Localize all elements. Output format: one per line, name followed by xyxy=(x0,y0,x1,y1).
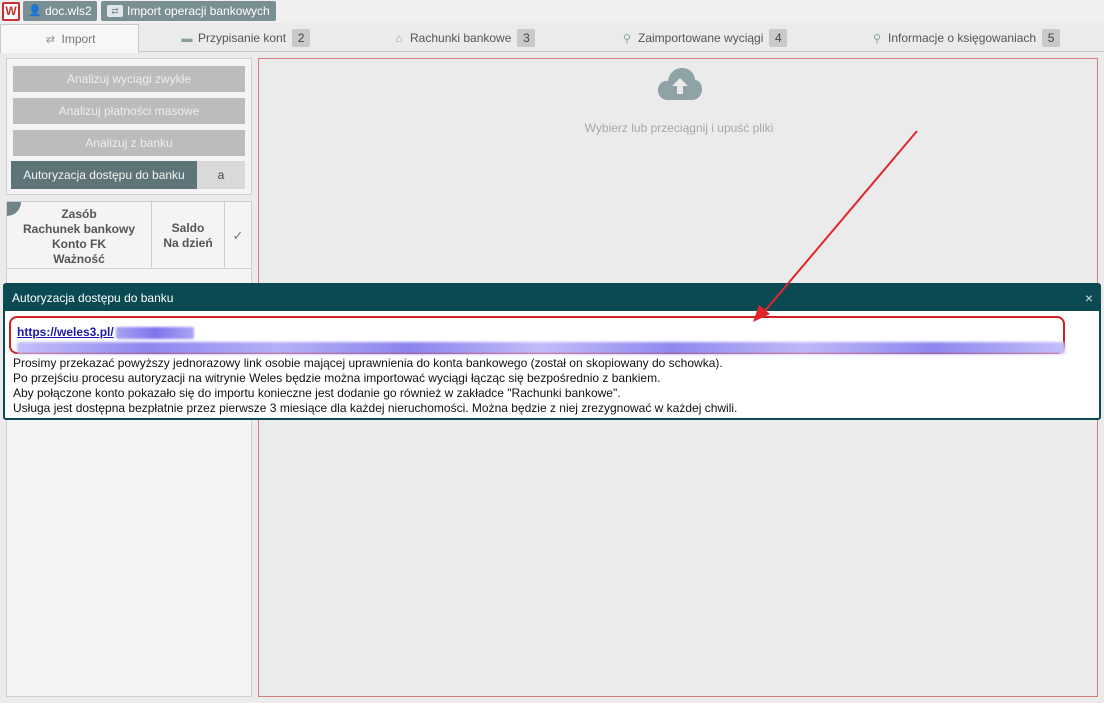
breadcrumb-user[interactable]: 👤 doc.wls2 xyxy=(23,1,97,21)
folder-icon: ▬ xyxy=(181,33,193,45)
column-header-line: Ważność xyxy=(53,252,105,266)
cloud-upload-icon xyxy=(658,68,702,100)
dialog-message: Po przejściu procesu autoryzacji na witr… xyxy=(13,371,661,385)
tab-badge: 4 xyxy=(769,29,788,47)
link-highlight: https://weles3.pl/ xyxy=(9,316,1065,354)
dropzone-hint: Wybierz lub przeciągnij i upuść pliki xyxy=(584,121,774,135)
breadcrumb-module[interactable]: ⇄ Import operacji bankowych xyxy=(101,1,276,21)
tab-imported-statements[interactable]: ⚲ Zaimportowane wyciągi 4 xyxy=(620,24,788,52)
tab-posting-info[interactable]: ⚲ Informacje o księgowaniach 5 xyxy=(870,24,1061,52)
search-icon: ⚲ xyxy=(872,33,882,45)
tab-import-label: Import xyxy=(61,32,96,46)
swap-icon: ⇄ xyxy=(45,34,56,46)
tab-account-assignment-label: Przypisanie kont xyxy=(198,31,287,45)
bank-icon: ⌂ xyxy=(395,33,403,45)
column-header-line: Rachunek bankowy xyxy=(22,222,136,236)
user-icon: 👤 xyxy=(28,5,42,17)
transfer-icon: ⇄ xyxy=(107,5,123,17)
tab-account-assignment[interactable]: ▬ Przypisanie kont 2 xyxy=(180,24,311,52)
tab-badge: 2 xyxy=(292,29,311,47)
bank-authorization-side-button[interactable]: a xyxy=(197,161,245,189)
column-header-balance[interactable]: Saldo Na dzień xyxy=(152,202,225,269)
redacted-link-part xyxy=(116,327,194,339)
column-header-line: Zasób xyxy=(61,207,97,221)
dialog-title: Autoryzacja dostępu do banku xyxy=(12,291,174,305)
tab-posting-info-label: Informacje o księgowaniach xyxy=(888,31,1037,45)
close-icon[interactable]: × xyxy=(1085,285,1093,311)
authorization-link[interactable]: https://weles3.pl/ xyxy=(17,325,114,339)
search-icon: ⚲ xyxy=(622,33,632,45)
dialog-message: Usługa jest dostępna bezpłatnie przez pi… xyxy=(13,401,738,415)
bank-authorization-button[interactable]: Autoryzacja dostępu do banku xyxy=(11,161,197,189)
accounts-table: Zasób Rachunek bankowy Konto FK Ważność … xyxy=(6,201,252,697)
column-header-line: Konto FK xyxy=(52,237,106,251)
analyze-mass-payments-button[interactable]: Analizuj płatności masowe xyxy=(13,98,245,124)
column-header-resource[interactable]: Zasób Rachunek bankowy Konto FK Ważność xyxy=(7,202,152,269)
top-bar: W 👤 doc.wls2 ⇄ Import operacji bankowych xyxy=(0,0,1104,23)
tab-badge: 5 xyxy=(1042,29,1061,47)
breadcrumb-module-label: Import operacji bankowych xyxy=(127,4,270,18)
tab-badge: 3 xyxy=(517,29,536,47)
app-logo-icon[interactable]: W xyxy=(2,2,20,21)
tab-bar: ⇄ Import ▬ Przypisanie kont 2 ⌂ Rachunki ban… xyxy=(0,24,1104,53)
dialog-header: Autoryzacja dostępu do banku × xyxy=(5,285,1099,311)
column-header-line: Na dzień xyxy=(163,236,213,250)
dialog-body: https://weles3.pl/ Prosimy przekazać pow… xyxy=(5,311,1099,418)
dialog-message: Prosimy przekazać powyższy jednorazowy l… xyxy=(13,356,723,370)
breadcrumb-user-label: doc.wls2 xyxy=(45,4,92,18)
column-header-line: Saldo xyxy=(171,221,205,235)
tab-imported-statements-label: Zaimportowane wyciągi xyxy=(638,31,764,45)
tab-bank-accounts-label: Rachunki bankowe xyxy=(410,31,512,45)
tab-bank-accounts[interactable]: ⌂ Rachunki bankowe 3 xyxy=(392,24,536,52)
bank-authorization-dialog: Autoryzacja dostępu do banku × https://w… xyxy=(3,283,1101,420)
analyze-from-bank-button[interactable]: Analizuj z banku xyxy=(13,130,245,156)
tab-import[interactable]: ⇄ Import xyxy=(0,24,139,53)
redacted-link-line xyxy=(17,342,1065,354)
dialog-message: Aby połączone konto pokazało się do impo… xyxy=(13,386,621,400)
table-header: Zasób Rachunek bankowy Konto FK Ważność … xyxy=(7,202,251,269)
analyze-regular-statements-button[interactable]: Analizuj wyciągi zwykłe xyxy=(13,66,245,92)
actions-panel: Analizuj wyciągi zwykłe Analizuj płatnoś… xyxy=(6,58,252,195)
check-icon[interactable]: ✓ xyxy=(225,202,251,269)
